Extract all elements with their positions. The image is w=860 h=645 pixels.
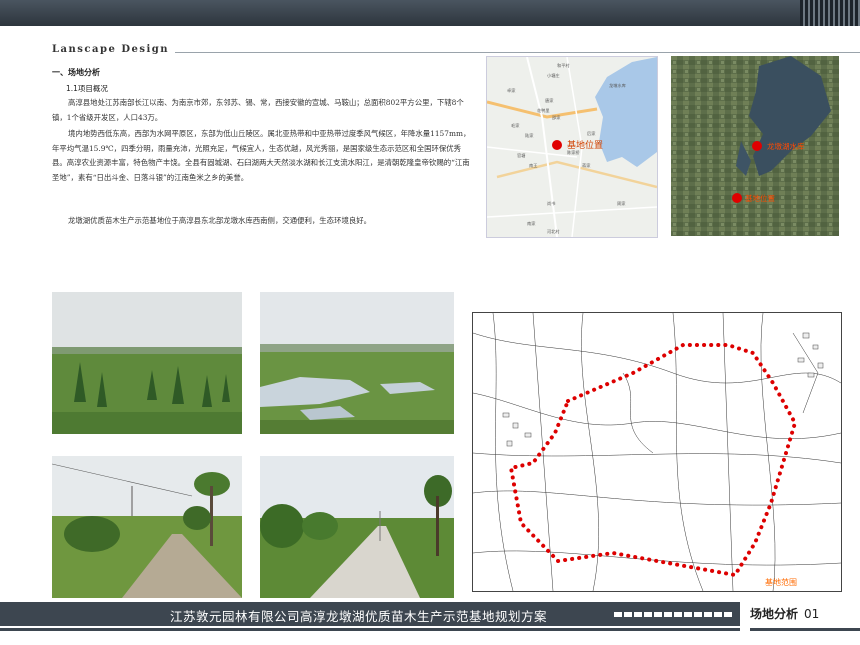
paragraph-location: 高淳县地处江苏南部长江以南、为南京市郊，东邻苏、锡、常，西接安徽的宣城、马鞍山；… <box>52 98 464 122</box>
page-section-name: 场地分析 <box>750 607 799 621</box>
page-number: 01 <box>804 607 820 621</box>
footer: 江苏敦元园林有限公司高淳龙墩湖优质苗木生产示范基地规划方案 场地分析 01 <box>0 598 860 645</box>
map-place-label: 和平村 <box>557 62 570 69</box>
reservoir-marker <box>752 141 762 151</box>
reservoir-label: 龙墩湖水库 <box>767 141 805 151</box>
site-photo-pond <box>260 292 454 434</box>
map-place-label: 后家 <box>587 130 596 137</box>
map-place-label: 龙墩水库 <box>609 82 626 89</box>
paragraph-climate: 境内地势西低东高，西部为水网平原区，东部为低山丘陵区。属北亚热带和中亚热带过度季… <box>52 129 471 182</box>
section-title: 一、场地分析 <box>52 68 100 77</box>
map-place-label: 周家 <box>617 200 626 207</box>
map-place-label: 尚书 <box>547 200 555 207</box>
map-place-label: 邵家 <box>552 114 561 121</box>
footer-end-bar <box>750 628 860 631</box>
map-place-label: 唐家 <box>545 97 554 104</box>
project-title: 江苏敦元园林有限公司高淳龙墩湖优质苗木生产示范基地规划方案 <box>170 609 548 624</box>
site-boundary <box>508 343 798 578</box>
map-place-label: 南王 <box>529 162 537 168</box>
section-heading: Lanscape Design <box>52 44 170 55</box>
top-header-bar <box>0 0 860 26</box>
heading-divider <box>175 52 860 53</box>
map-place-label: 毛家 <box>511 122 520 128</box>
map-place-label: 花鸭里 <box>537 107 550 114</box>
map-place-label: 蒋家 <box>582 162 591 169</box>
footer-underline <box>0 628 740 631</box>
site-plan-map: 基地范围 <box>472 312 842 592</box>
map-place-label: 卓家 <box>507 87 516 94</box>
boundary-label: 基地范围 <box>765 577 797 587</box>
site-location-marker <box>552 140 562 150</box>
satellite-map: 龙墩湖水库 基地位置 <box>671 56 839 236</box>
map-place-label: 南家 <box>527 220 536 226</box>
satellite-site-marker <box>732 193 742 203</box>
page-label: 场地分析 01 <box>750 605 819 622</box>
satellite-site-label: 基地位置 <box>745 193 775 203</box>
subsection-title: 1.1项目概况 <box>66 84 108 93</box>
header-stripe-decoration <box>800 0 860 26</box>
satellite-map-graphic: 龙墩湖水库 基地位置 <box>671 56 839 236</box>
location-map-graphic: 和平村小塘庄龙墩水库卓家唐家花鸭里邵家毛家陆家 后家陈家桥官塘南王 蒋家周家尚书南家… <box>487 57 657 237</box>
location-map: 和平村 小塘庄 龙墩水库 卓家 唐家 花鸭里 邵家 毛家 陆家 后家 陈家桥 官塘 南王 蒋家 周家 尚书 南家… <box>486 56 658 238</box>
map-place-label: 河北村 <box>547 228 560 235</box>
footer-dash-decoration <box>614 612 732 617</box>
site-photo-road-left <box>52 456 242 598</box>
site-location-label: 基地位置 <box>567 139 603 151</box>
map-place-label: 官塘 <box>517 152 525 159</box>
map-place-label: 小塘庄 <box>547 72 560 79</box>
map-place-label: 陆家 <box>525 132 534 139</box>
site-plan-graphic: 基地范围 <box>473 313 841 591</box>
site-photo-grassland <box>52 292 242 434</box>
site-photo-road-center <box>260 456 454 598</box>
paragraph-site: 龙墩湖优质苗木生产示范基地位于高淳县东北部龙墩水库西南侧，交通便利，生态环境良好… <box>68 216 372 225</box>
